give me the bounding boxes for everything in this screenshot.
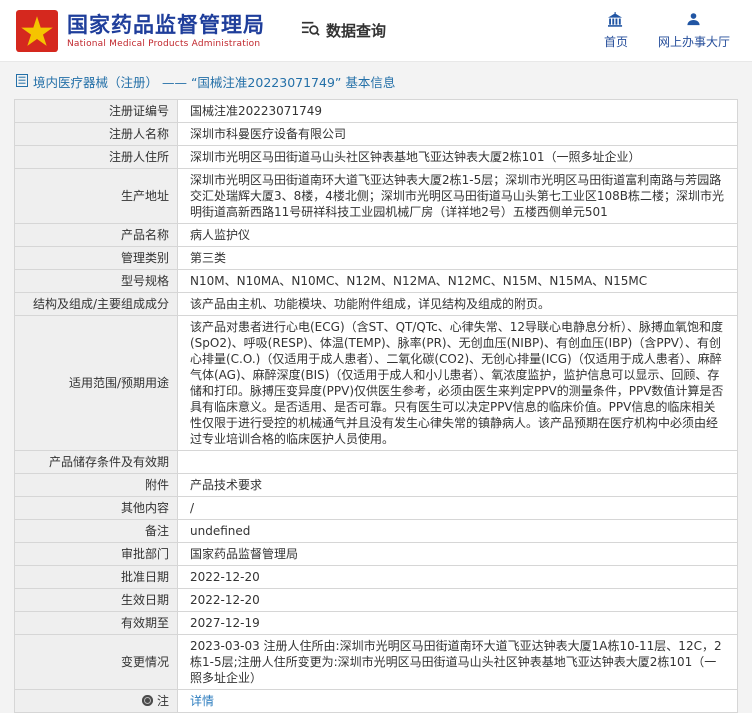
table-row: 批准日期2022-12-20 [15,566,738,589]
row-label: 注 [15,690,178,713]
row-label: 生效日期 [15,589,178,612]
row-label: 附件 [15,474,178,497]
table-row: 产品储存条件及有效期 [15,451,738,474]
table-row: 产品名称病人监护仪 [15,224,738,247]
row-value: 2022-12-20 [178,589,738,612]
table-row: 变更情况2023-03-03 注册人住所由:深圳市光明区马田街道南环大道飞亚达钟… [15,635,738,690]
home-icon [607,12,624,30]
row-label: 有效期至 [15,612,178,635]
person-icon [686,12,701,30]
row-value: 2022-12-20 [178,566,738,589]
row-value: undefined [178,520,738,543]
search-icon [301,19,320,42]
table-row: 备注undefined [15,520,738,543]
table-row: 注册人名称深圳市科曼医疗设备有限公司 [15,123,738,146]
row-value: 国家药品监督管理局 [178,543,738,566]
site-title: 国家药品监督管理局 [67,13,265,37]
table-row: 有效期至2027-12-19 [15,612,738,635]
row-value: 病人监护仪 [178,224,738,247]
table-row: 生效日期2022-12-20 [15,589,738,612]
nmpa-emblem-logo [16,10,58,52]
site-header: 国家药品监督管理局 National Medical Products Admi… [0,0,752,62]
nav-home-label: 首页 [604,33,628,50]
info-table-body: 注册证编号国械注准20223071749注册人名称深圳市科曼医疗设备有限公司注册… [15,100,738,713]
nav-service-hall-label: 网上办事大厅 [658,33,730,50]
breadcrumb-text: 境内医疗器械（注册） —— “国械注准20223071749” 基本信息 [33,72,395,91]
row-label: 产品名称 [15,224,178,247]
row-label: 适用范围/预期用途 [15,316,178,451]
row-label: 注册人名称 [15,123,178,146]
table-row: 注册证编号国械注准20223071749 [15,100,738,123]
brand-titles: 国家药品监督管理局 National Medical Products Admi… [67,13,265,49]
row-value: / [178,497,738,520]
row-value: 2023-03-03 注册人住所由:深圳市光明区马田街道南环大道飞亚达钟表大厦1… [178,635,738,690]
row-label: 生产地址 [15,169,178,224]
table-row: 适用范围/预期用途该产品对患者进行心电(ECG)（含ST、QT/QTc、心律失常… [15,316,738,451]
note-icon [142,695,153,706]
breadcrumb: 境内医疗器械（注册） —— “国械注准20223071749” 基本信息 [0,62,752,99]
row-value: 深圳市科曼医疗设备有限公司 [178,123,738,146]
table-wrap: 注册证编号国械注准20223071749注册人名称深圳市科曼医疗设备有限公司注册… [0,99,752,713]
top-nav: 首页 网上办事大厅 [604,12,736,50]
table-row: 注详情 [15,690,738,713]
table-row: 结构及组成/主要组成成分该产品由主机、功能模块、功能附件组成，详见结构及组成的附… [15,293,738,316]
row-label: 结构及组成/主要组成成分 [15,293,178,316]
row-label: 审批部门 [15,543,178,566]
table-row: 审批部门国家药品监督管理局 [15,543,738,566]
row-label: 其他内容 [15,497,178,520]
site-subtitle: National Medical Products Administration [67,39,265,49]
table-row: 型号规格N10M、N10MA、N10MC、N12M、N12MA、N12MC、N1… [15,270,738,293]
nav-home[interactable]: 首页 [604,12,628,50]
table-row: 附件产品技术要求 [15,474,738,497]
data-query-button[interactable]: 数据查询 [301,19,386,42]
document-icon [16,74,28,90]
row-value: 该产品由主机、功能模块、功能附件组成，详见结构及组成的附页。 [178,293,738,316]
info-table: 注册证编号国械注准20223071749注册人名称深圳市科曼医疗设备有限公司注册… [14,99,738,713]
table-row: 生产地址深圳市光明区马田街道南环大道飞亚达钟表大厦2栋1-5层；深圳市光明区马田… [15,169,738,224]
row-value [178,451,738,474]
data-query-label: 数据查询 [326,20,386,41]
row-label: 注册人住所 [15,146,178,169]
detail-link[interactable]: 详情 [190,694,214,708]
row-value: 2027-12-19 [178,612,738,635]
row-label: 批准日期 [15,566,178,589]
row-label: 变更情况 [15,635,178,690]
table-row: 注册人住所深圳市光明区马田街道马山头社区钟表基地飞亚达钟表大厦2栋101（一照多… [15,146,738,169]
brand: 国家药品监督管理局 National Medical Products Admi… [16,10,265,52]
row-value: 详情 [178,690,738,713]
row-value: N10M、N10MA、N10MC、N12M、N12MA、N12MC、N15M、N… [178,270,738,293]
row-value: 该产品对患者进行心电(ECG)（含ST、QT/QTc、心律失常、12导联心电静息… [178,316,738,451]
row-value: 深圳市光明区马田街道马山头社区钟表基地飞亚达钟表大厦2栋101（一照多址企业） [178,146,738,169]
table-row: 管理类别第三类 [15,247,738,270]
row-label: 管理类别 [15,247,178,270]
row-value: 产品技术要求 [178,474,738,497]
row-label: 型号规格 [15,270,178,293]
row-label: 产品储存条件及有效期 [15,451,178,474]
row-value: 国械注准20223071749 [178,100,738,123]
row-label: 注册证编号 [15,100,178,123]
row-value: 第三类 [178,247,738,270]
nav-service-hall[interactable]: 网上办事大厅 [658,12,730,50]
row-label: 备注 [15,520,178,543]
table-row: 其他内容/ [15,497,738,520]
row-value: 深圳市光明区马田街道南环大道飞亚达钟表大厦2栋1-5层；深圳市光明区马田街道富利… [178,169,738,224]
